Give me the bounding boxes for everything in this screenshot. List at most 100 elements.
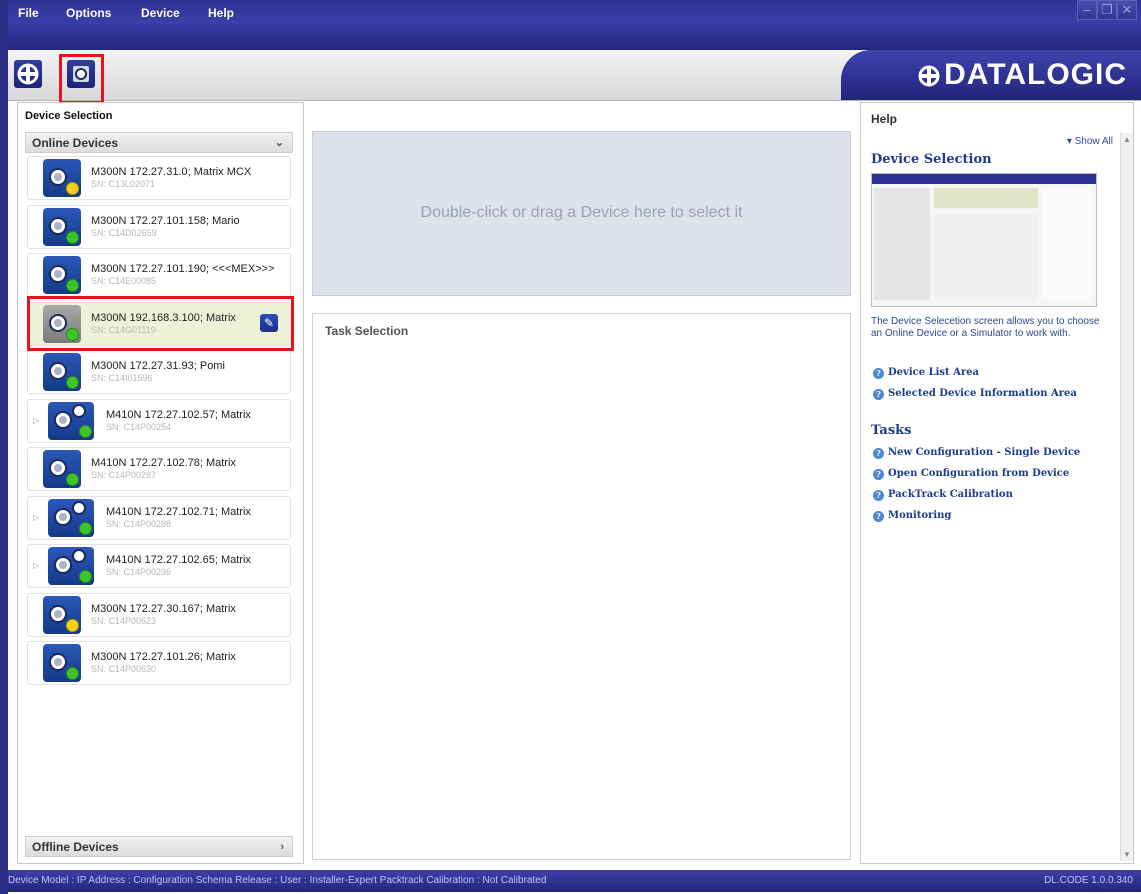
help-link-label: New Configuration - Single Device <box>888 447 1081 458</box>
scanner-icon <box>43 208 81 246</box>
device-card[interactable]: M300N 172.27.31.0; Matrix MCX SN: C13L020… <box>27 156 291 200</box>
help-screenshot-thumbnail <box>871 173 1097 307</box>
offline-devices-header[interactable]: Offline Devices › <box>25 836 293 857</box>
menu-options[interactable]: Options <box>66 6 111 20</box>
device-card[interactable]: M300N 172.27.101.190; <<<MEX>>> SN: C14E0… <box>27 253 291 297</box>
expand-arrow-icon[interactable]: ▷ <box>33 561 39 570</box>
selected-device-highlight-box <box>27 296 294 351</box>
status-dot-icon <box>66 231 79 244</box>
brand-band: DATALOGIC <box>841 50 1141 100</box>
online-devices-header[interactable]: Online Devices ⌄ <box>25 132 293 153</box>
scroll-up-icon[interactable]: ▲ <box>1123 135 1131 144</box>
device-card[interactable]: M300N 172.27.31.93; Pomi SN: C14I01596 <box>27 350 291 394</box>
status-dot-icon <box>66 279 79 292</box>
help-link-selected-device-info[interactable]: ? Selected Device Information Area <box>873 388 1077 400</box>
panel-title: Device Selection <box>25 110 113 122</box>
drop-zone-text: Double-click or drag a Device here to se… <box>420 204 743 221</box>
window-controls: – ❐ ✕ <box>1077 0 1137 20</box>
device-name: M410N 172.27.102.71; Matrix <box>106 506 251 518</box>
toolbar-highlight-box <box>59 54 104 104</box>
menu-device[interactable]: Device <box>141 6 180 20</box>
device-name: M300N 172.27.101.26; Matrix <box>91 651 236 663</box>
show-all-link[interactable]: ▾ Show All <box>1067 136 1113 147</box>
help-link-label: Device List Area <box>888 367 980 378</box>
help-link-monitoring[interactable]: ? Monitoring <box>873 510 951 522</box>
dual-scanner-icon <box>48 499 94 537</box>
device-card[interactable]: ▷ M410N 172.27.102.57; Matrix SN: C14P0025… <box>27 399 291 443</box>
logo-mark-icon <box>918 65 940 87</box>
device-card[interactable]: M300N 172.27.101.26; Matrix SN: C14P00630 <box>27 641 291 685</box>
chevron-down-icon: ⌄ <box>274 137 284 149</box>
dual-scanner-icon <box>48 547 94 585</box>
help-link-label: Open Configuration from Device <box>888 468 1070 479</box>
help-question-icon: ? <box>873 448 884 459</box>
help-link-label: Monitoring <box>888 510 952 521</box>
device-serial: SN: C14P00288 <box>106 519 172 529</box>
help-link-label: Selected Device Information Area <box>888 388 1077 399</box>
help-scrollbar[interactable]: ▲ ▼ <box>1120 133 1133 861</box>
device-selection-panel: Device Selection Online Devices ⌄ M300N … <box>17 102 304 864</box>
help-link-new-configuration[interactable]: ? New Configuration - Single Device <box>873 447 1080 459</box>
minimize-icon[interactable]: – <box>1077 0 1097 20</box>
status-dot-icon <box>66 667 79 680</box>
chevron-right-icon: › <box>280 841 284 853</box>
device-name: M410N 172.27.102.57; Matrix <box>106 409 251 421</box>
device-card[interactable]: ▷ M410N 172.27.102.65; Matrix SN: C14P0029… <box>27 544 291 588</box>
device-serial: SN: C14P00254 <box>106 422 172 432</box>
datalogic-logo: DATALOGIC <box>918 58 1127 92</box>
status-dot-icon <box>66 473 79 486</box>
device-drop-zone[interactable]: Double-click or drag a Device here to se… <box>312 131 851 296</box>
device-name: M300N 172.27.30.167; Matrix <box>91 603 236 615</box>
device-serial: SN: C14P00623 <box>91 616 157 626</box>
status-text: Device Model : IP Address : Configuratio… <box>8 875 547 886</box>
device-card[interactable]: M300N 172.27.30.167; Matrix SN: C14P00623 <box>27 593 291 637</box>
help-link-label: PackTrack Calibration <box>888 489 1013 500</box>
scanner-icon <box>43 159 81 197</box>
crosshair-icon <box>17 63 39 85</box>
task-selection-panel: Task Selection <box>312 313 851 860</box>
device-serial: SN: C14E00085 <box>91 276 157 286</box>
help-description: The Device Selecetion screen allows you … <box>871 316 1100 339</box>
device-card[interactable]: M410N 172.27.102.78; Matrix SN: C14P00287 <box>27 447 291 491</box>
device-card[interactable]: M300N 172.27.101.158; Mario SN: C14D02659 <box>27 205 291 249</box>
help-panel: Help ▾ Show All Device Selection The Dev… <box>860 102 1134 864</box>
help-question-icon: ? <box>873 469 884 480</box>
restore-icon[interactable]: ❐ <box>1097 0 1117 20</box>
status-dot-icon <box>66 619 79 632</box>
help-title: Help <box>871 112 898 126</box>
menu-bar-band <box>8 22 1141 50</box>
window-left-border <box>0 0 8 894</box>
help-question-icon: ? <box>873 511 884 522</box>
menu-file[interactable]: File <box>18 6 39 20</box>
help-question-icon: ? <box>873 490 884 501</box>
version-label: DL.CODE 1.0.0.340 <box>1044 875 1133 886</box>
toolbar: DATALOGIC <box>8 50 1141 101</box>
status-dot-icon <box>66 182 79 195</box>
title-bar: File Options Device Help – ❐ ✕ <box>8 0 1141 22</box>
help-link-device-list-area[interactable]: ? Device List Area <box>873 367 979 379</box>
scanner-icon <box>43 644 81 682</box>
scanner-icon <box>43 450 81 488</box>
offline-devices-label: Offline Devices <box>32 840 119 854</box>
device-serial: SN: C13L02071 <box>91 179 156 189</box>
help-question-icon: ? <box>873 368 884 379</box>
status-dot-icon <box>66 376 79 389</box>
crosshair-button[interactable] <box>14 60 42 88</box>
device-card[interactable]: ▷ M410N 172.27.102.71; Matrix SN: C14P0028… <box>27 496 291 540</box>
menu-help[interactable]: Help <box>208 6 234 20</box>
help-link-open-configuration[interactable]: ? Open Configuration from Device <box>873 468 1069 480</box>
task-selection-title: Task Selection <box>325 324 409 338</box>
tasks-heading: Tasks <box>871 423 912 438</box>
help-question-icon: ? <box>873 389 884 400</box>
close-icon[interactable]: ✕ <box>1117 0 1137 20</box>
help-link-packtrack-calibration[interactable]: ? PackTrack Calibration <box>873 489 1013 501</box>
show-all-label: Show All <box>1074 136 1113 147</box>
device-name: M300N 172.27.101.158; Mario <box>91 215 240 227</box>
dual-scanner-icon <box>48 402 94 440</box>
expand-arrow-icon[interactable]: ▷ <box>33 513 39 522</box>
help-heading: Device Selection <box>871 152 992 167</box>
expand-arrow-icon[interactable]: ▷ <box>33 416 39 425</box>
scroll-down-icon[interactable]: ▼ <box>1123 850 1131 859</box>
device-serial: SN: C14P00287 <box>91 470 157 480</box>
logo-text: DATALOGIC <box>944 58 1127 91</box>
